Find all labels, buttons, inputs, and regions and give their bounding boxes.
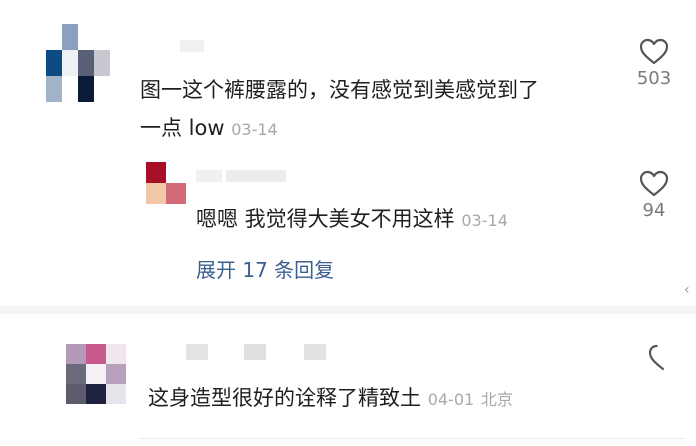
avatar-mosaic-tile	[94, 50, 110, 76]
avatar-mosaic-tile	[62, 24, 78, 50]
edge-fragment: ‹	[684, 282, 690, 298]
avatar-mosaic-tile	[78, 24, 94, 50]
reply-date: 03-14	[461, 211, 508, 230]
reply-username-blurred[interactable]	[196, 168, 296, 184]
expand-replies-link[interactable]: 展开 17 条回复	[196, 254, 334, 283]
avatar-mosaic-tile	[94, 24, 110, 50]
avatar-mosaic-tile	[66, 364, 86, 384]
heart-outline-icon	[639, 170, 669, 197]
avatar-mosaic-tile	[62, 50, 78, 76]
comment-date: 04-01	[427, 390, 475, 409]
comment-text-second-line: 一点 low 03-14	[140, 110, 278, 148]
reply-text: 嗯嗯 我觉得大美女不用这样 03-14	[196, 201, 508, 239]
comment-text-content: 这身造型很好的诠释了精致土	[148, 386, 421, 410]
avatar-mosaic-tile	[66, 344, 86, 364]
comment-location: 北京	[480, 390, 513, 409]
like-count: 94	[642, 200, 666, 221]
avatar-mosaic-tile	[78, 50, 94, 76]
avatar-mosaic-tile	[106, 384, 126, 404]
section-divider	[0, 306, 696, 314]
avatar-mosaic-tile	[78, 76, 94, 102]
comment-text-line-1: 图一这个裤腰露的，没有感觉到美感觉到了	[140, 78, 539, 102]
avatar-mosaic-tile	[166, 183, 186, 204]
username-blurred[interactable]	[186, 344, 336, 362]
heart-outline-icon	[648, 344, 665, 371]
avatar-mosaic-tile	[166, 162, 186, 183]
avatar-mosaic-tile	[86, 344, 106, 364]
divider	[138, 438, 686, 439]
like-button[interactable]: 503	[628, 38, 680, 89]
avatar-mosaic-tile	[86, 364, 106, 384]
avatar-mosaic-tile	[66, 384, 86, 404]
comment-text-line-2: 一点 low	[140, 116, 225, 140]
like-button-partial[interactable]	[648, 344, 678, 372]
avatar-mosaic-tile	[106, 344, 126, 364]
avatar-mosaic-tile	[146, 183, 166, 204]
avatar-mosaic-tile	[62, 76, 78, 102]
avatar-mosaic-tile	[94, 76, 110, 102]
avatar[interactable]	[66, 344, 128, 406]
comment-text: 图一这个裤腰露的，没有感觉到美感觉到了	[140, 72, 539, 108]
comment-date: 03-14	[231, 120, 278, 139]
reply-like-button[interactable]: 94	[628, 170, 680, 221]
avatar-mosaic-tile	[46, 50, 62, 76]
reply-text-content: 嗯嗯 我觉得大美女不用这样	[196, 207, 455, 231]
like-count: 503	[636, 68, 672, 89]
avatar[interactable]	[46, 24, 110, 104]
avatar-mosaic-tile	[46, 24, 62, 50]
username-blurred[interactable]	[140, 40, 220, 58]
avatar-mosaic-tile	[86, 384, 106, 404]
avatar-mosaic-tile	[46, 76, 62, 102]
heart-outline-icon	[639, 38, 669, 65]
avatar-mosaic-tile	[106, 364, 126, 384]
comment-text: 这身造型很好的诠释了精致土 04-01 北京	[148, 380, 513, 418]
reply-avatar[interactable]	[146, 162, 186, 204]
expand-replies-label: 展开 17 条回复	[196, 258, 335, 282]
avatar-mosaic-tile	[146, 162, 166, 183]
comment-item: 这身造型很好的诠释了精致土 04-01 北京	[0, 314, 696, 446]
comment-item: 图一这个裤腰露的，没有感觉到美感觉到了 一点 low 03-14 503 嗯嗯 …	[0, 0, 696, 310]
